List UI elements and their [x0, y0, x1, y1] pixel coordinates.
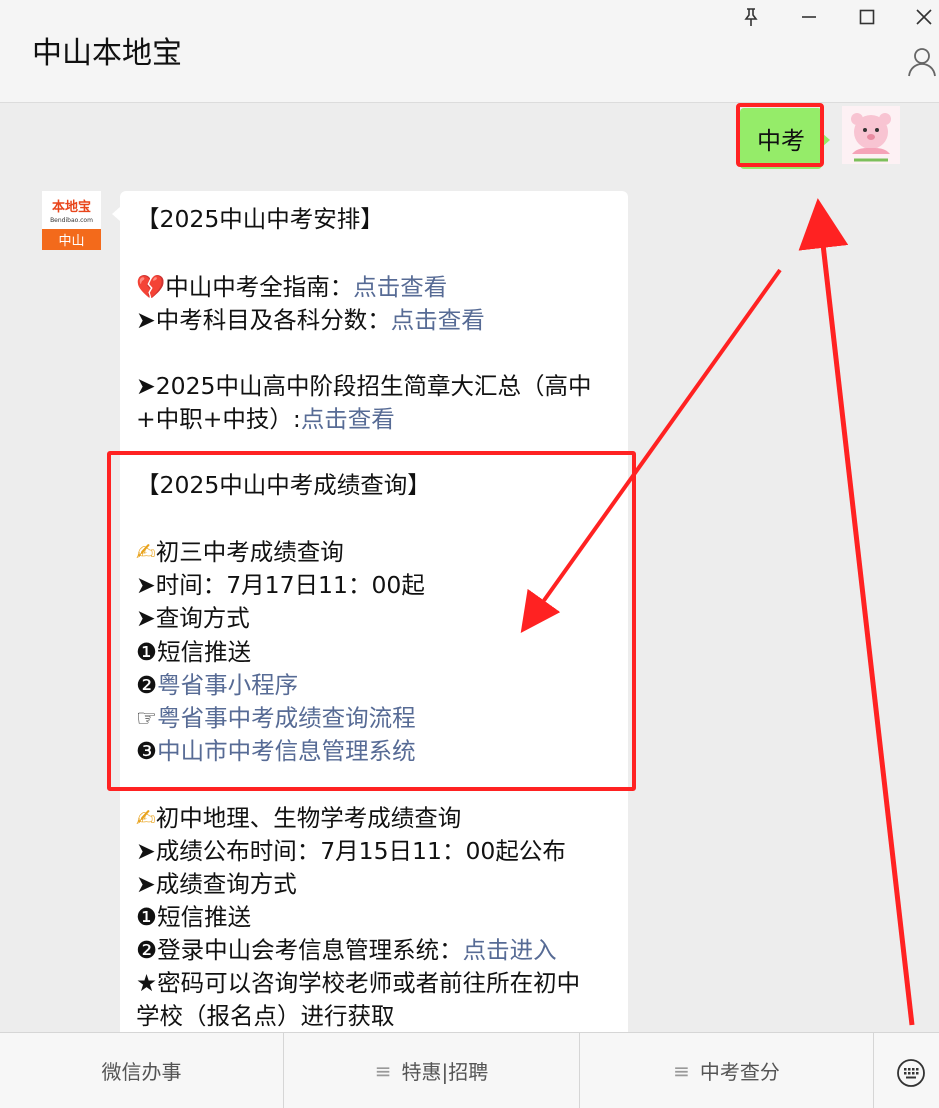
line-prefix-icon: ➤ [136, 306, 156, 334]
line-prefix-icon: ❷ [136, 936, 158, 964]
line-prefix-icon: ➤ [136, 837, 156, 865]
message-line[interactable]: ❷登录中山会考信息管理系统：点击进入 [136, 934, 557, 967]
menu-item-wechat-service[interactable]: 微信办事 [0, 1033, 284, 1108]
line-text: 成绩查询方式 [155, 870, 297, 898]
line-prefix-icon: ★ [136, 969, 158, 997]
menu-label: 中考查分 [699, 1060, 780, 1084]
bot-bubble-tail [112, 207, 120, 221]
line-text: 2025中山高中阶段招生简章大汇总（高中 [155, 372, 592, 400]
line-prefix-icon: ➤ [136, 870, 156, 898]
message-line: 学校（报名点）进行获取 [136, 1000, 395, 1032]
menu-label: 特惠|招聘 [401, 1060, 489, 1084]
message-line: ➤成绩公布时间：7月15日11：00起公布 [136, 835, 566, 868]
line-prefix-icon: ❶ [136, 903, 158, 931]
keyboard-icon[interactable] [895, 1057, 927, 1089]
message-line[interactable]: 💔中山中考全指南：点击查看 [136, 271, 447, 304]
message-line: ➤成绩查询方式 [136, 868, 297, 901]
line-text: 登录中山会考信息管理系统： [157, 936, 463, 964]
menu-list-icon: ≡ [673, 1058, 690, 1083]
menu-item-deals-jobs[interactable]: ≡ 特惠|招聘 [284, 1033, 580, 1108]
bot-avatar-brand: 本地宝 [52, 199, 91, 215]
line-text: 成绩公布时间：7月15日11：00起公布 [155, 837, 566, 865]
close-icon[interactable] [910, 4, 938, 30]
line-text: +中职+中技）: [136, 405, 301, 433]
message-line: ➤2025中山高中阶段招生简章大汇总（高中 [136, 370, 592, 403]
minimize-icon[interactable] [795, 4, 823, 30]
message-line: 【2025中山中考安排】 [136, 203, 384, 236]
line-text: 中山中考全指南： [165, 273, 354, 301]
user-profile-icon[interactable] [905, 44, 939, 78]
message-line[interactable]: +中职+中技）:点击查看 [136, 403, 395, 436]
line-link[interactable]: 点击查看 [353, 273, 447, 301]
line-text: 学校（报名点）进行获取 [136, 1002, 395, 1030]
message-line: ★密码可以咨询学校老师或者前往所在初中 [136, 967, 580, 1000]
menu-list-icon: ≡ [374, 1058, 392, 1083]
maximize-icon[interactable] [853, 4, 881, 30]
menu-item-score-query[interactable]: ≡ 中考查分 [580, 1033, 874, 1108]
menu-label: 微信办事 [101, 1060, 182, 1084]
title-bar: 中山本地宝 [0, 0, 939, 103]
line-text: 中考科目及各科分数： [155, 306, 391, 334]
line-link[interactable]: 点击查看 [301, 405, 395, 433]
line-prefix-icon: ✍ [136, 804, 156, 832]
chat-title: 中山本地宝 [32, 36, 182, 71]
message-line[interactable]: ➤中考科目及各科分数：点击查看 [136, 304, 485, 337]
bot-avatar-city: 中山 [58, 234, 84, 249]
line-link[interactable]: 点击查看 [391, 306, 485, 334]
message-line: ❶短信推送 [136, 901, 251, 934]
bot-avatar[interactable]: 本地宝 Bendibao.com 中山 [42, 191, 101, 250]
pin-icon[interactable] [737, 4, 765, 30]
my-avatar[interactable] [842, 106, 900, 164]
line-text: 短信推送 [157, 903, 252, 931]
line-prefix-icon: 💔 [136, 273, 166, 301]
line-text: 【2025中山中考安排】 [136, 205, 384, 233]
highlight-score-query-section [107, 451, 636, 791]
message-line: ✍初中地理、生物学考成绩查询 [136, 802, 461, 835]
line-text: 密码可以咨询学校老师或者前往所在初中 [157, 969, 581, 997]
highlight-my-message [736, 103, 824, 167]
bot-avatar-site: Bendibao.com [50, 217, 93, 224]
line-text: 初中地理、生物学考成绩查询 [155, 804, 462, 832]
line-prefix-icon: ➤ [136, 372, 156, 400]
bottom-menu-bar: 微信办事 ≡ 特惠|招聘 ≡ 中考查分 [0, 1032, 939, 1108]
line-link[interactable]: 点击进入 [463, 936, 557, 964]
